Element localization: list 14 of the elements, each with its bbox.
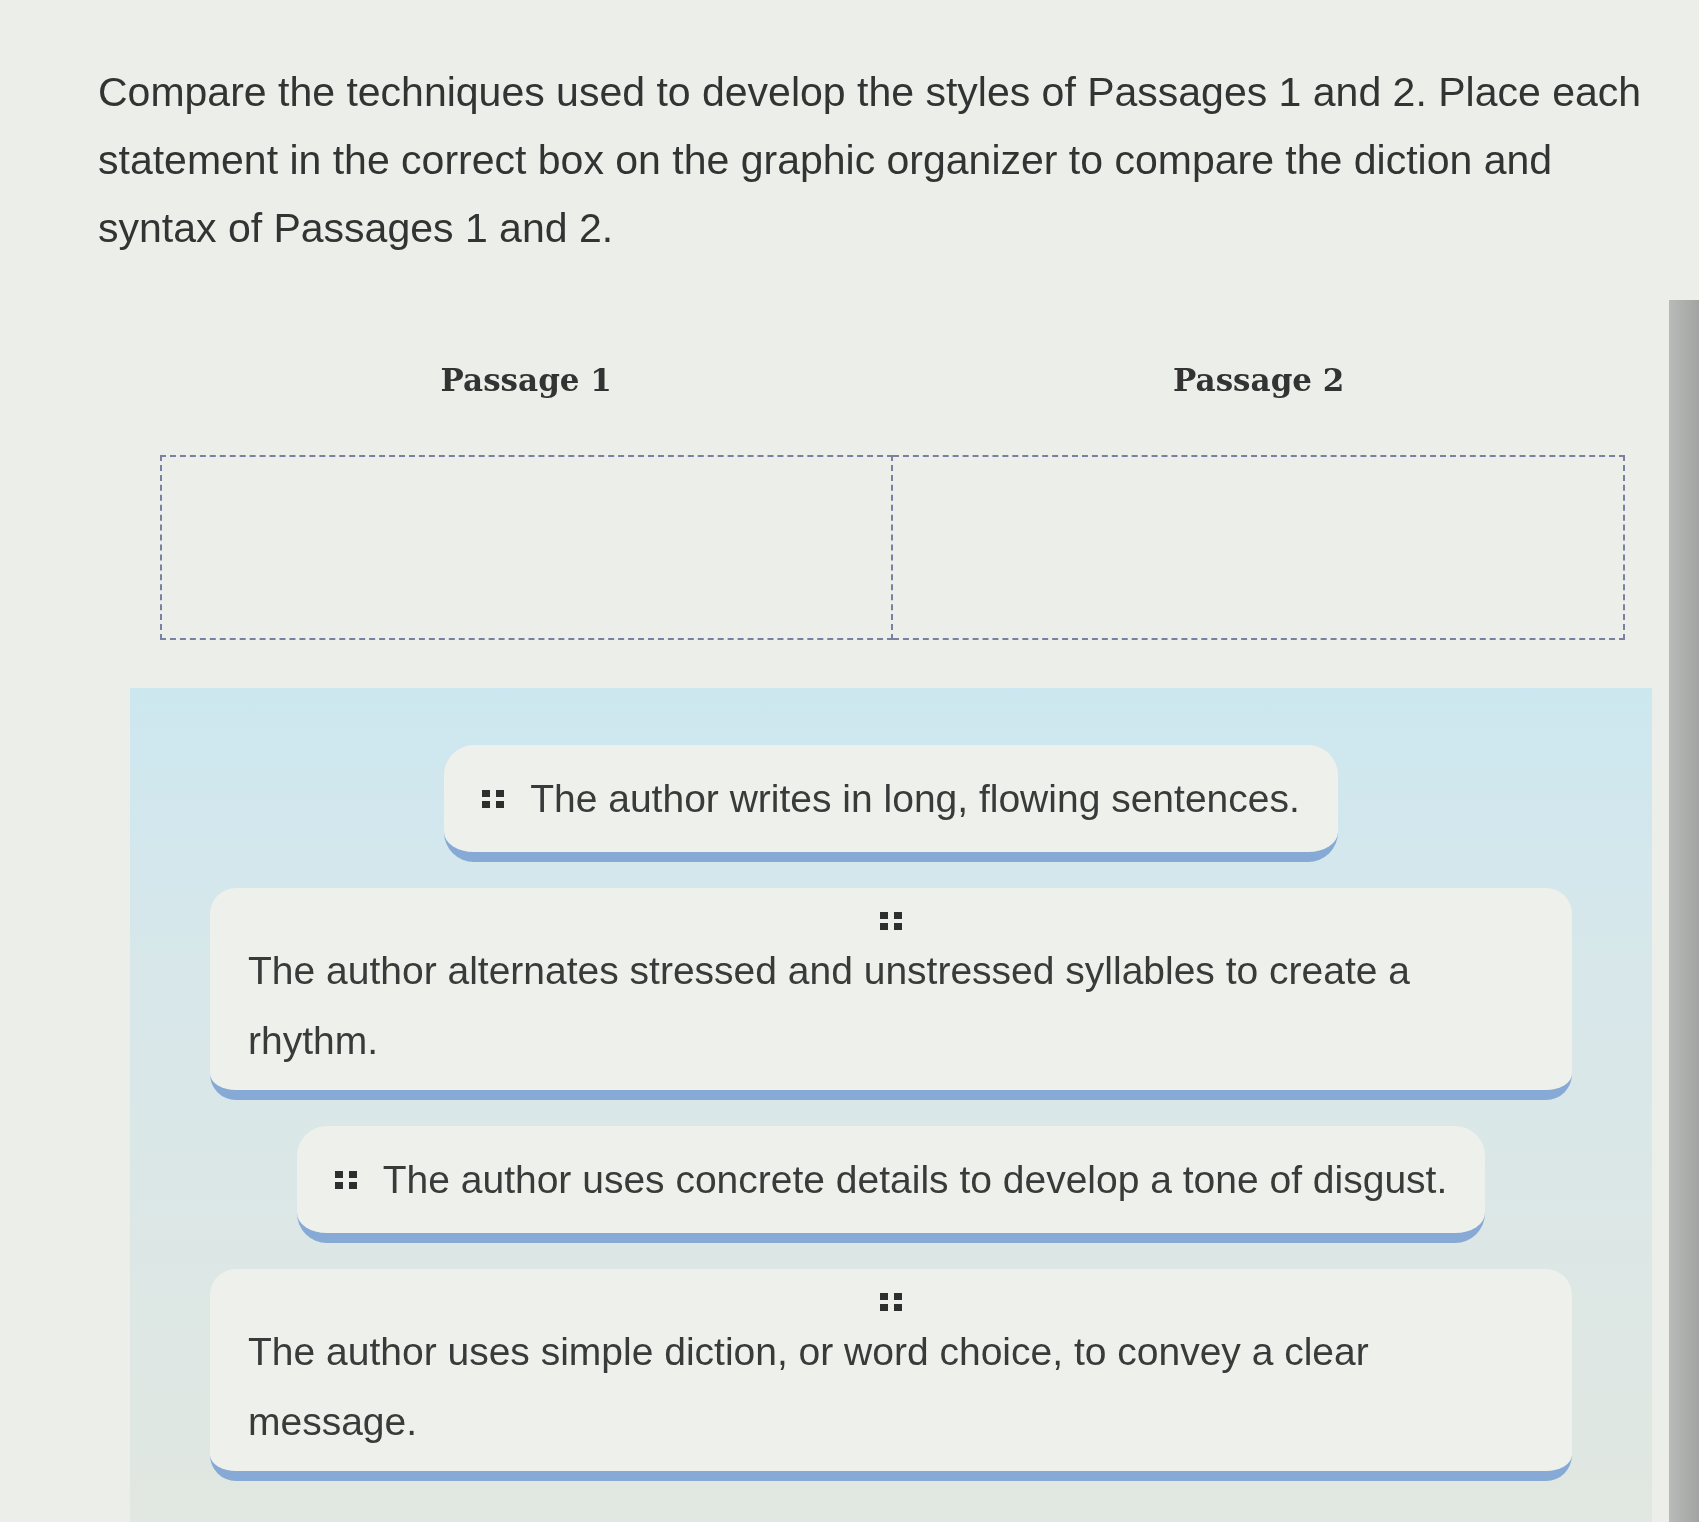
drag-handle-icon bbox=[880, 912, 902, 930]
statement-tile[interactable]: The author uses concrete details to develop a tone of disgust. bbox=[296, 1126, 1486, 1243]
scrollbar[interactable] bbox=[1669, 300, 1699, 1522]
drag-handle-icon bbox=[482, 789, 505, 808]
column-heading: Passage 1 bbox=[440, 361, 612, 400]
drop-zone[interactable] bbox=[892, 455, 1625, 640]
column-heading: Passage 2 bbox=[1173, 361, 1345, 400]
drag-handle-icon bbox=[880, 1293, 902, 1311]
statement-tile[interactable]: The author alternates stressed and unstressed syllables to create a rhythm. bbox=[210, 888, 1572, 1100]
statement-tile[interactable]: The author uses simple diction, or word choice, to convey a clear message. bbox=[210, 1269, 1572, 1481]
drop-zone[interactable] bbox=[160, 455, 893, 640]
question-text: Compare the techniques used to develop the styles of Passages 1 and 2. Place each statement in the correct box on the graphic organizer to compare the diction and syntax of Passages 1 and 2. bbox=[98, 68, 1643, 253]
drag-handle-icon bbox=[334, 1170, 357, 1189]
statement-tile[interactable]: The author writes in long, flowing sentences. bbox=[444, 745, 1338, 862]
